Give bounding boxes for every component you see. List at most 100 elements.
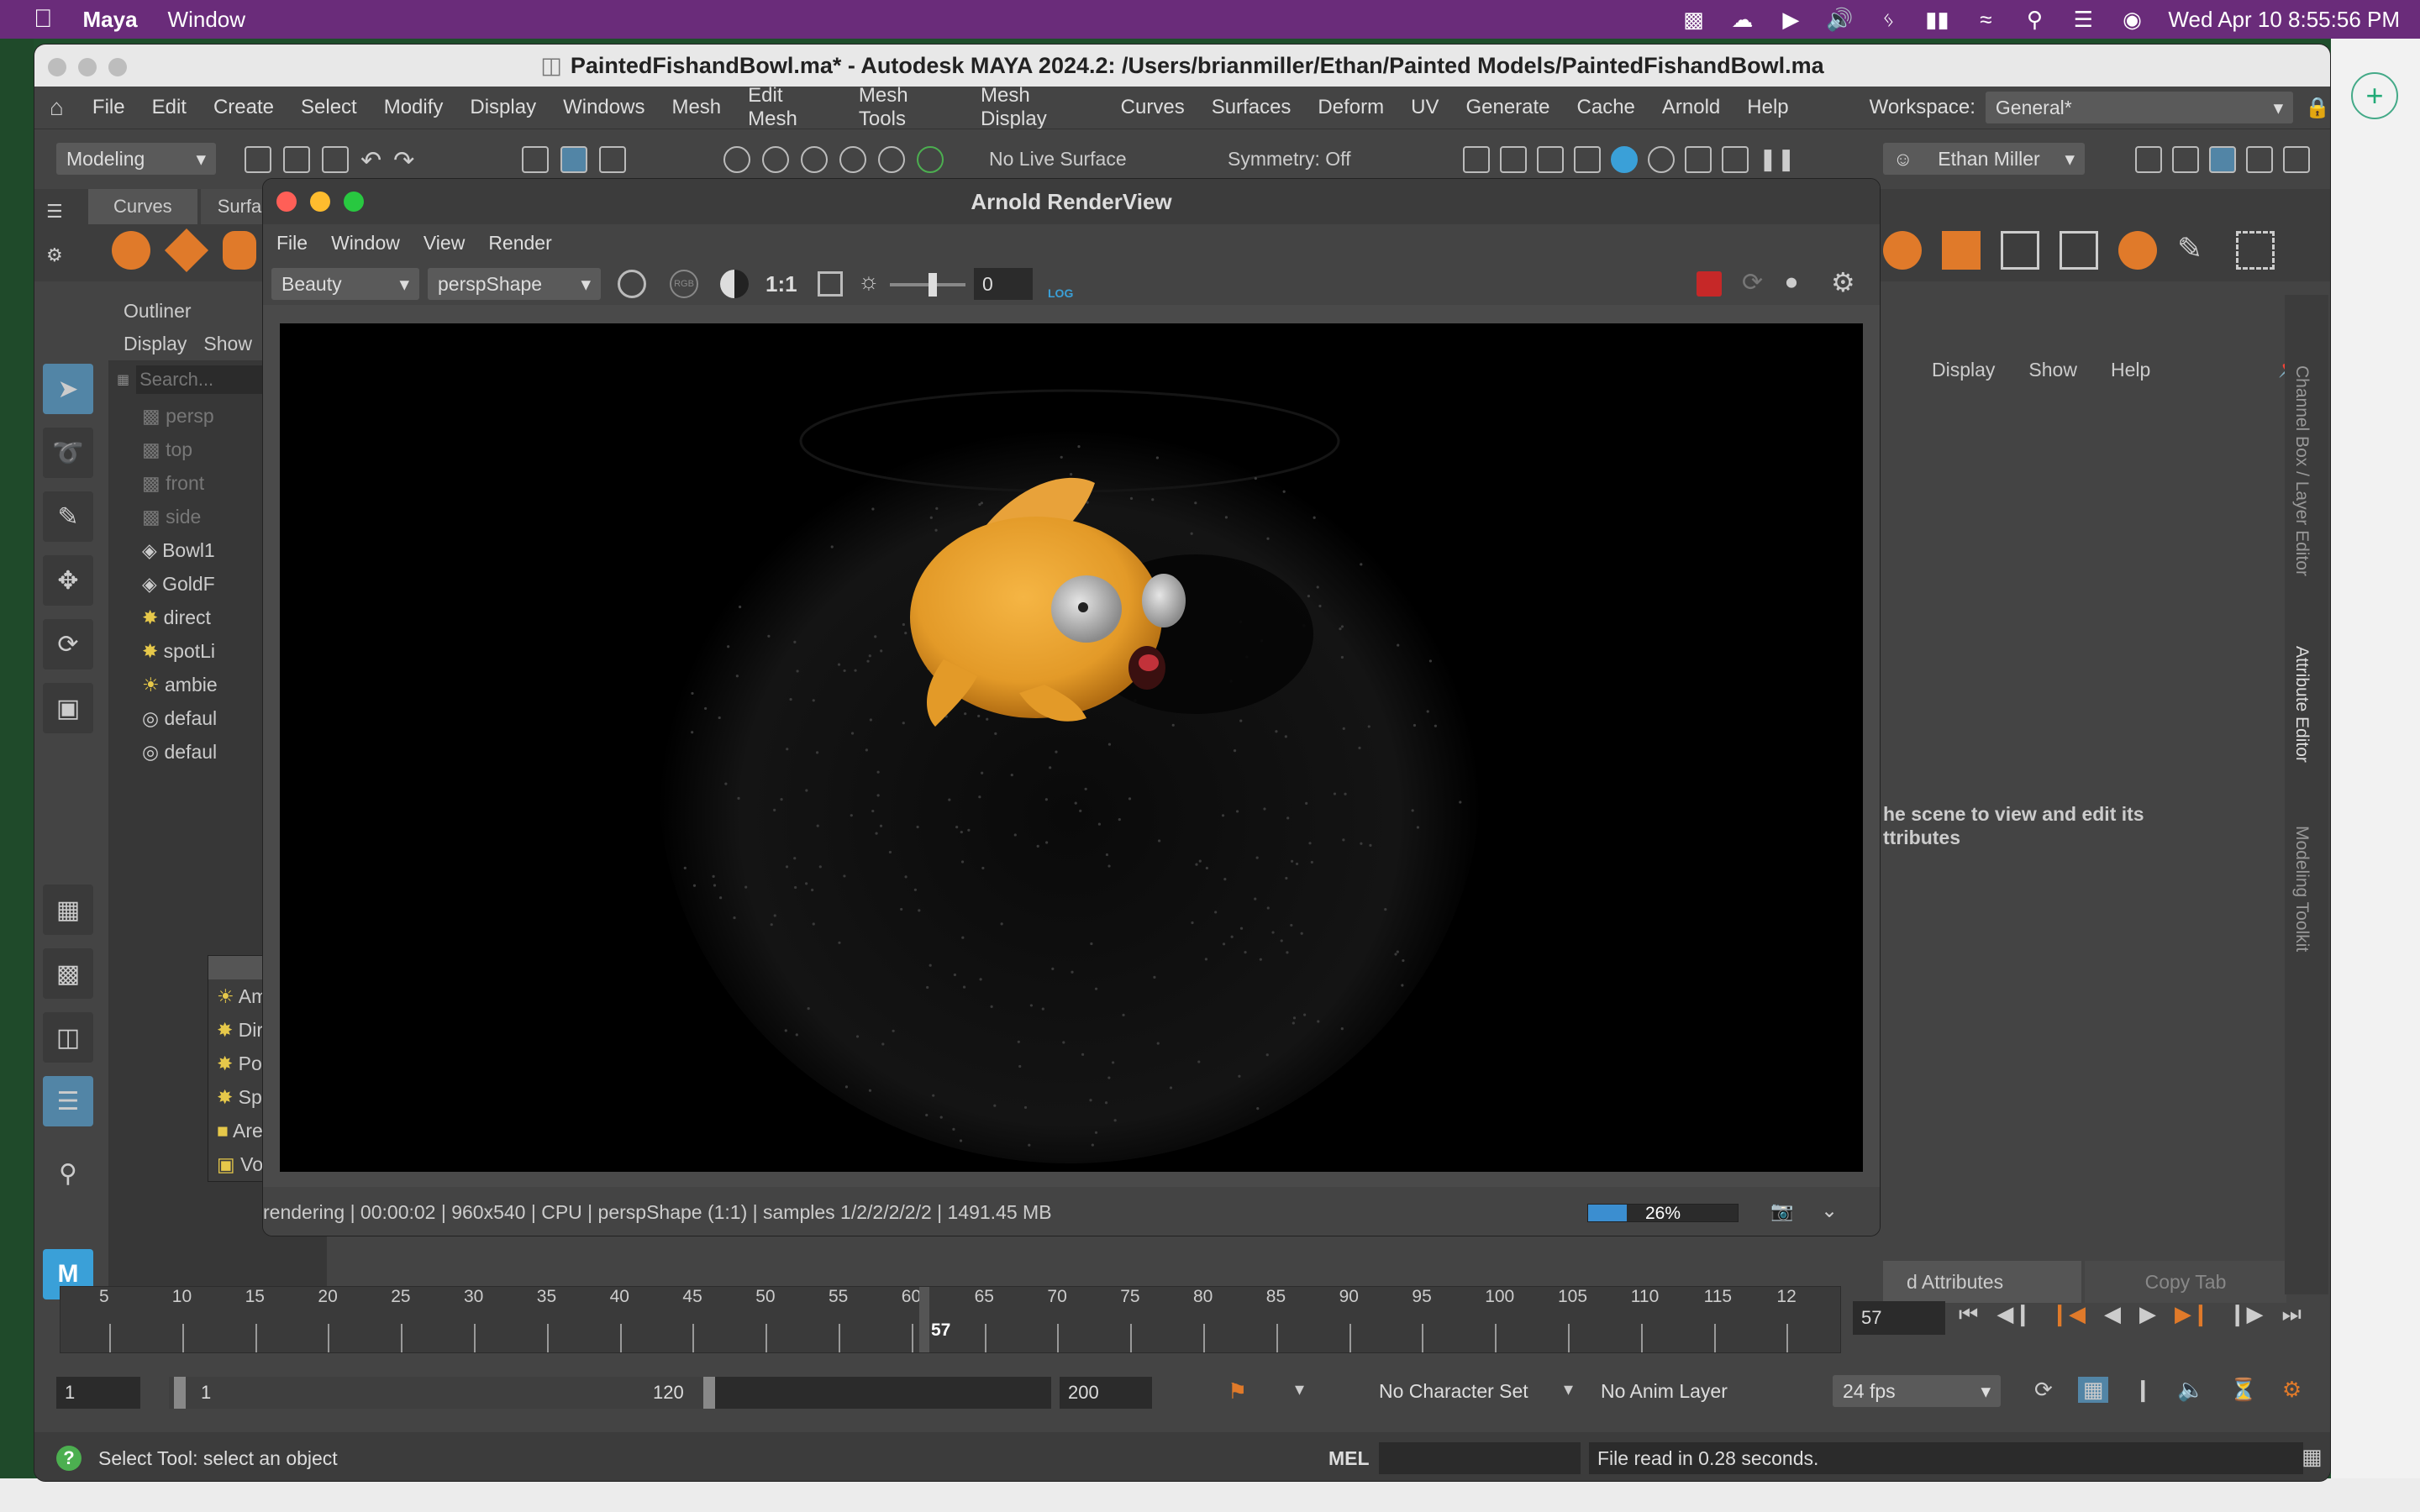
multicut-icon[interactable]: ✎ xyxy=(2177,231,2216,270)
shelf-tab-curves[interactable]: Curves xyxy=(88,189,197,224)
range-handle-start[interactable] xyxy=(174,1377,186,1409)
auto-key-icon[interactable]: ▦ xyxy=(2077,1377,2109,1403)
tab-attribute-editor[interactable]: Attribute Editor xyxy=(2291,646,2312,763)
siri-icon[interactable]: ◉ xyxy=(2119,7,2144,32)
new-scene-icon[interactable] xyxy=(245,146,271,173)
channel-box-icon[interactable] xyxy=(2283,146,2310,173)
attribute-editor-icon[interactable] xyxy=(2209,146,2236,173)
menu-set-dropdown[interactable]: Modeling ▾ xyxy=(56,143,216,175)
menu-deform[interactable]: Deform xyxy=(1304,96,1397,119)
arnold-minimize-button[interactable] xyxy=(310,192,330,212)
undo-icon[interactable]: ↶ xyxy=(360,146,381,176)
menu-create[interactable]: Create xyxy=(200,96,287,119)
filter-icon[interactable]: ▦ xyxy=(117,371,129,388)
current-frame-field[interactable]: 57 xyxy=(1853,1301,1945,1335)
bevel-icon[interactable] xyxy=(2118,231,2157,270)
rgb-channel-icon[interactable]: RGB xyxy=(670,270,698,298)
exposure-icon[interactable]: ☼ xyxy=(858,268,880,295)
loop-icon[interactable]: ⟳ xyxy=(2034,1377,2053,1403)
screen-share-icon[interactable]: ▩ xyxy=(1681,7,1706,32)
arnold-zoom-button[interactable] xyxy=(344,192,364,212)
symmetry-field[interactable]: Symmetry: Off xyxy=(1228,148,1351,171)
frame-all-icon[interactable] xyxy=(818,271,843,297)
extrude-icon[interactable] xyxy=(2060,231,2098,270)
outliner-layout-icon[interactable]: ☰ xyxy=(43,1076,93,1126)
exposure-field[interactable]: 0 xyxy=(974,268,1033,300)
workspace-dropdown[interactable]: General* ▾ xyxy=(1985,92,2294,123)
wifi-icon[interactable]: ≈ xyxy=(1973,7,1998,32)
combine-icon[interactable] xyxy=(1942,231,1981,270)
step-forward-icon[interactable]: ❙▶ xyxy=(2228,1301,2264,1328)
script-editor-icon[interactable]: ▦ xyxy=(2302,1444,2323,1470)
range-end-field[interactable]: 200 xyxy=(1060,1377,1152,1409)
modeling-toolkit-icon[interactable] xyxy=(2135,146,2162,173)
range-slider[interactable]: 1 120 xyxy=(169,1377,1051,1409)
paint-select-icon[interactable]: ✎ xyxy=(43,491,93,542)
menu-help[interactable]: Help xyxy=(1733,96,1802,119)
single-view-icon[interactable]: ▦ xyxy=(43,885,93,935)
bluetooth-icon[interactable]: ᛃ xyxy=(1876,7,1901,32)
character-controls-icon[interactable] xyxy=(2172,146,2199,173)
tab-channel-box[interactable]: Channel Box / Layer Editor xyxy=(2291,365,2312,576)
refresh-render-icon[interactable]: ⟳ xyxy=(1742,268,1763,297)
menu-file[interactable]: File xyxy=(79,96,139,119)
step-forward-key-icon[interactable]: ▶❙ xyxy=(2175,1301,2210,1328)
open-scene-icon[interactable] xyxy=(283,146,310,173)
display-settings-icon[interactable] xyxy=(618,270,646,298)
character-set-label[interactable]: No Character Set xyxy=(1379,1380,1528,1403)
ratio-button[interactable]: 1:1 xyxy=(765,271,797,297)
render-settings-icon[interactable] xyxy=(1574,146,1601,173)
control-center-icon[interactable]: ☰ xyxy=(2070,7,2096,32)
menu-curves[interactable]: Curves xyxy=(1107,96,1198,119)
anim-layer-label[interactable]: No Anim Layer xyxy=(1601,1380,1728,1403)
load-attributes-button[interactable]: d Attributes xyxy=(1883,1261,2081,1303)
snap-grid-icon[interactable] xyxy=(723,146,750,173)
cloud-icon[interactable]: ☁ xyxy=(1729,7,1754,32)
fps-dropdown[interactable]: 24 fps ▾ xyxy=(1833,1375,2001,1407)
ae-menu-display[interactable]: Display xyxy=(1932,359,1995,381)
outliner-menu-display[interactable]: Display xyxy=(124,333,187,355)
render-current-icon[interactable] xyxy=(1500,146,1527,173)
menubar-clock[interactable]: Wed Apr 10 8:55:56 PM xyxy=(2168,7,2400,33)
select-hierarchy-icon[interactable] xyxy=(522,146,549,173)
snap-live-icon[interactable] xyxy=(917,146,944,173)
time-slider[interactable]: 5 10 15 20 25 30 35 40 45 50 55 60 65 70 75 80 85 90 95 100… xyxy=(60,1286,1841,1353)
mel-label[interactable]: MEL xyxy=(1328,1447,1370,1470)
arnold-close-button[interactable] xyxy=(276,192,297,212)
play-backwards-icon[interactable]: ◀ xyxy=(2104,1301,2121,1328)
pause-icon[interactable]: ❚❚ xyxy=(1759,146,1796,173)
exposure-slider-handle[interactable] xyxy=(929,273,937,297)
animation-preferences-icon[interactable]: ⚙ xyxy=(2282,1377,2302,1403)
menubar-app[interactable]: Maya xyxy=(68,7,153,33)
arnold-render-icon[interactable] xyxy=(1611,146,1638,173)
ae-menu-help[interactable]: Help xyxy=(2111,359,2150,381)
step-back-icon[interactable]: ◀❙ xyxy=(1996,1301,2032,1328)
go-to-start-icon[interactable]: ⏮ xyxy=(1959,1301,1978,1328)
apple-icon[interactable]:  xyxy=(0,5,68,34)
range-start-field[interactable]: 1 xyxy=(56,1377,140,1409)
menu-cache[interactable]: Cache xyxy=(1564,96,1649,119)
window-minimize-button[interactable] xyxy=(78,58,97,76)
save-scene-icon[interactable] xyxy=(322,146,349,173)
snap-point-icon[interactable] xyxy=(801,146,828,173)
menu-edit-mesh[interactable]: Edit Mesh xyxy=(734,84,845,131)
select-component-icon[interactable] xyxy=(599,146,626,173)
ipr-icon[interactable]: ⦁ xyxy=(1786,268,1797,296)
go-to-end-icon[interactable]: ⏭ xyxy=(2282,1301,2302,1328)
select-tool-icon[interactable]: ➤ xyxy=(43,364,93,414)
poly-soccer-icon[interactable] xyxy=(1883,231,1922,270)
snap-curve-icon[interactable] xyxy=(762,146,789,173)
tab-modeling-toolkit[interactable]: Modeling Toolkit xyxy=(2291,826,2312,952)
menubar-window[interactable]: Window xyxy=(153,7,260,33)
range-handle-end[interactable] xyxy=(703,1377,715,1409)
play-icon[interactable]: ▶ xyxy=(1778,7,1803,32)
anim-layer-dropdown[interactable]: ▾ xyxy=(1564,1378,1573,1400)
render-sequence-icon[interactable] xyxy=(1685,146,1712,173)
lasso-tool-icon[interactable]: ➰ xyxy=(43,428,93,478)
command-line-input[interactable] xyxy=(1379,1442,1581,1474)
stop-render-icon[interactable] xyxy=(1697,271,1722,297)
menu-modify[interactable]: Modify xyxy=(371,96,457,119)
four-view-icon[interactable]: ▩ xyxy=(43,948,93,999)
shelf-menu-icon[interactable]: ☰ ⚙ xyxy=(46,201,71,285)
sound-icon[interactable]: 🔈 xyxy=(2177,1377,2204,1403)
